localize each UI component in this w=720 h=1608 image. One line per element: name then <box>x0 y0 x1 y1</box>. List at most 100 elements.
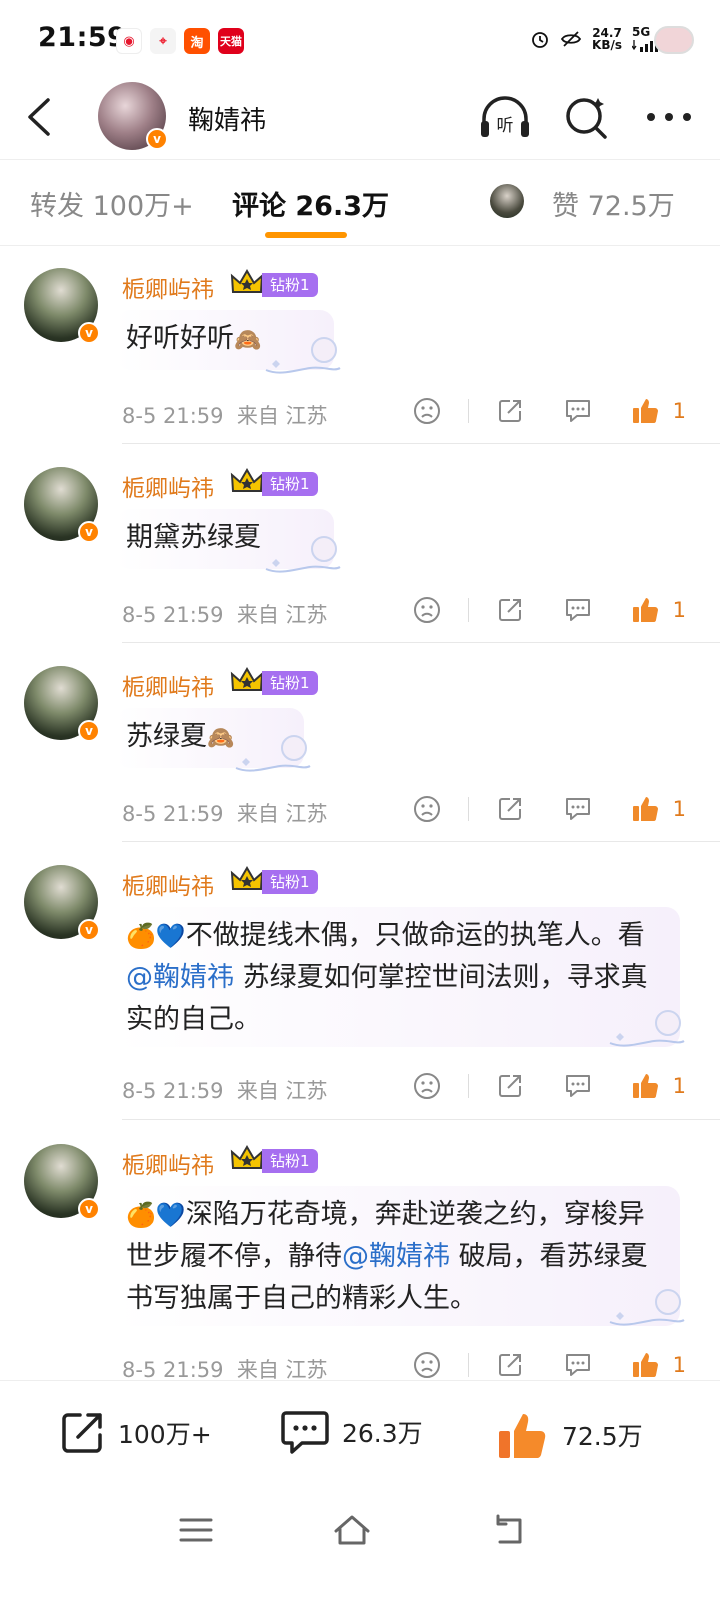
frown-icon <box>413 1073 440 1099</box>
comment-text: 苏绿夏 <box>126 721 207 752</box>
like-button[interactable] <box>631 595 661 625</box>
alarm-icon <box>532 32 548 48</box>
verified-icon: v <box>78 720 100 742</box>
tab-comment[interactable]: 评论 26.3万 <box>232 184 389 223</box>
reply-button[interactable] <box>563 1350 593 1380</box>
comment-meta: 8-5 21:59 来自 江苏 <box>122 1075 328 1105</box>
like-button[interactable] <box>631 1071 661 1101</box>
share-button[interactable] <box>495 1071 525 1101</box>
menu-button[interactable] <box>174 1510 218 1550</box>
thumbs-up-icon <box>632 399 658 423</box>
avatar[interactable]: v <box>24 467 100 543</box>
reply-button[interactable] <box>563 396 593 426</box>
bubble-decoration-icon <box>609 1010 685 1047</box>
network-type: 5G <box>632 25 651 39</box>
comment-location: 来自 江苏 <box>236 1079 328 1103</box>
comment-author[interactable]: 栀卿屿祎 <box>122 668 214 702</box>
avatar[interactable]: v <box>24 666 100 742</box>
like-avatar <box>490 184 524 218</box>
more-icon <box>647 113 691 121</box>
comment-button[interactable]: 26.3万 <box>280 1409 423 1455</box>
home-icon <box>334 1515 370 1545</box>
frown-icon <box>413 398 440 424</box>
comment-count: 26.3万 <box>342 1419 423 1448</box>
net-speed: 24.7 KB/s <box>592 27 622 51</box>
repost-button[interactable]: 100万+ <box>58 1409 212 1457</box>
fan-badge: 钻粉1 <box>262 273 318 297</box>
header: v 鞠婧祎 听 <box>0 80 720 160</box>
tab-bar: 转发 100万+ 评论 26.3万 赞 72.5万 <box>0 160 720 246</box>
avatar[interactable]: v <box>24 865 100 941</box>
crown-icon <box>230 468 264 492</box>
comment-author[interactable]: 栀卿屿祎 <box>122 867 214 901</box>
dislike-button[interactable] <box>412 1350 442 1380</box>
comment-author[interactable]: 栀卿屿祎 <box>122 469 214 503</box>
avatar[interactable]: v <box>24 1144 100 1220</box>
crown-icon <box>230 866 264 890</box>
verified-icon: v <box>78 322 100 344</box>
thumbs-up-icon <box>632 1074 658 1098</box>
comment-location: 来自 江苏 <box>236 802 328 826</box>
search-button[interactable] <box>560 94 614 140</box>
reply-button[interactable] <box>563 794 593 824</box>
status-bar: 21:59 ◉ ⌖ 淘 天猫 24.7 KB/s 5G <box>0 0 720 80</box>
emoji: 🍊💙 <box>126 1201 186 1229</box>
comment-time: 8-5 21:59 <box>122 404 224 428</box>
mention-link[interactable]: @鞠婧祎 <box>126 962 234 993</box>
comment-icon <box>565 1075 590 1097</box>
weibo-icon: ◉ <box>116 28 142 54</box>
crown-icon <box>230 1145 264 1169</box>
comment-item: v 栀卿屿祎 钻粉1 好听好听🙈 8-5 21:59 来自 江苏 1 <box>0 246 720 444</box>
comment-item: v 栀卿屿祎 钻粉1 期黛苏绿夏 8-5 21:59 来自 江苏 1 <box>0 445 720 643</box>
reply-button[interactable] <box>563 1071 593 1101</box>
frown-icon <box>413 597 440 623</box>
divider <box>467 1353 469 1377</box>
dislike-button[interactable] <box>412 1071 442 1101</box>
mention-link[interactable]: @鞠婧祎 <box>342 1241 450 1272</box>
verified-icon: v <box>146 128 168 150</box>
share-button[interactable] <box>495 396 525 426</box>
back-button[interactable] <box>22 94 62 140</box>
listen-button[interactable]: 听 <box>478 94 532 140</box>
status-time: 21:59 <box>38 22 127 53</box>
comment-icon <box>565 798 590 820</box>
dislike-button[interactable] <box>412 595 442 625</box>
like-button[interactable] <box>631 396 661 426</box>
share-button[interactable] <box>495 595 525 625</box>
divider <box>467 1074 469 1098</box>
comment-actions: 1 <box>412 1071 686 1101</box>
tab-repost[interactable]: 转发 100万+ <box>30 184 194 223</box>
emoji: 🙈 <box>234 328 262 353</box>
like-button[interactable] <box>631 1350 661 1380</box>
repost-count: 100万+ <box>118 1420 212 1449</box>
avatar[interactable]: v <box>24 268 100 344</box>
comment-author[interactable]: 栀卿屿祎 <box>122 270 214 304</box>
back-nav-button[interactable] <box>486 1510 530 1550</box>
comment-icon <box>565 400 590 422</box>
comment-text: 不做提线木偶，只做命运的执笔人。看 <box>185 920 645 951</box>
share-button[interactable] <box>495 794 525 824</box>
more-button[interactable] <box>642 94 696 140</box>
dislike-button[interactable] <box>412 794 442 824</box>
home-button[interactable] <box>330 1510 374 1550</box>
dislike-button[interactable] <box>412 396 442 426</box>
headphones-icon: 听 <box>481 96 529 137</box>
net-speed-unit: KB/s <box>592 38 622 52</box>
reply-button[interactable] <box>563 595 593 625</box>
avatar[interactable]: v <box>98 82 168 150</box>
page-title[interactable]: 鞠婧祎 <box>188 100 266 137</box>
taobao-icon: 淘 <box>184 28 210 54</box>
crown-icon <box>230 269 264 293</box>
tab-like[interactable]: 赞 72.5万 <box>552 184 675 223</box>
status-app-icons: ◉ ⌖ 淘 天猫 <box>116 28 244 54</box>
system-nav-bar <box>0 1488 720 1608</box>
like-button[interactable] <box>631 794 661 824</box>
share-button[interactable] <box>495 1350 525 1380</box>
map-icon: ⌖ <box>150 28 176 54</box>
comment-author[interactable]: 栀卿屿祎 <box>122 1146 214 1180</box>
comment-list: v 栀卿屿祎 钻粉1 好听好听🙈 8-5 21:59 来自 江苏 1 v 栀卿屿… <box>0 246 720 1380</box>
like-count: 72.5万 <box>562 1422 643 1451</box>
share-icon <box>498 1354 521 1376</box>
like-button[interactable]: 72.5万 <box>496 1409 643 1461</box>
fan-badge: 钻粉1 <box>262 671 318 695</box>
